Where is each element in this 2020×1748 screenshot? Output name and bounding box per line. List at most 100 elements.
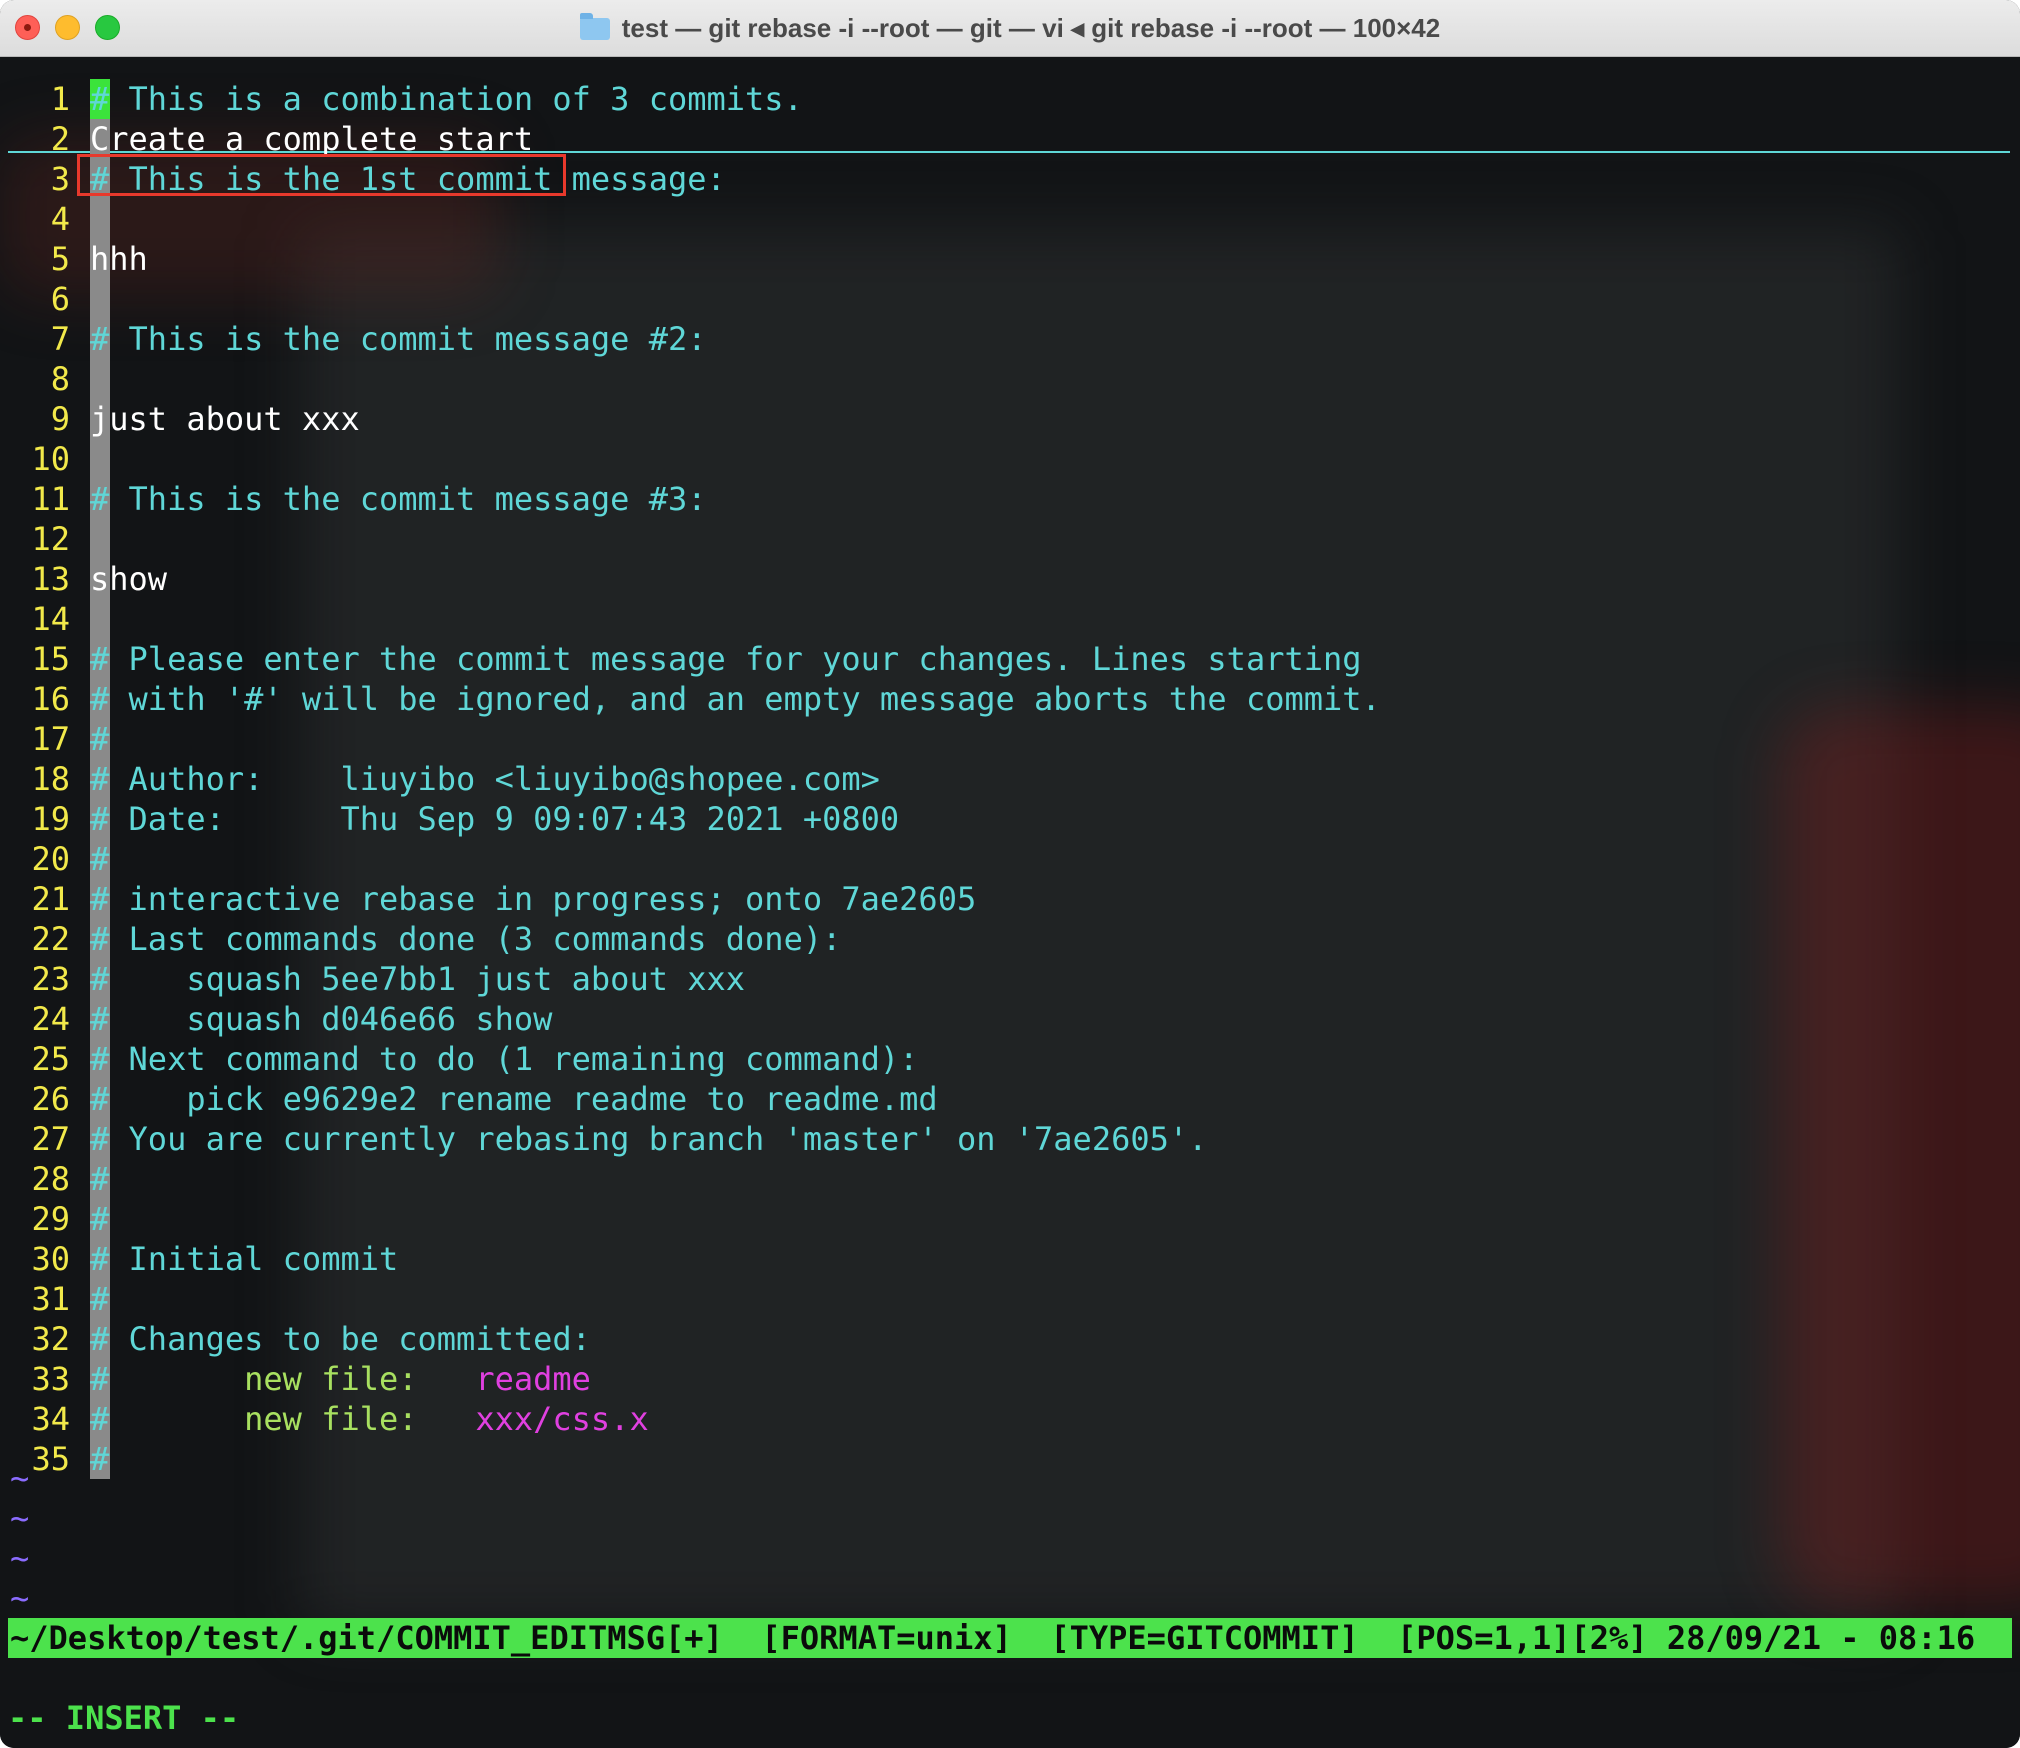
line-content[interactable]: just about xxx	[90, 399, 360, 439]
editor-line[interactable]: 18 # Author: liuyibo <liuyibo@shopee.com>	[0, 759, 2020, 799]
editor-line[interactable]: 10	[0, 439, 2020, 479]
editor-line[interactable]: 8	[0, 359, 2020, 399]
line-content[interactable]: hhh	[90, 239, 148, 279]
editor-line[interactable]: 14	[0, 599, 2020, 639]
line-text: # Author: liuyibo <liuyibo@shopee.com>	[90, 760, 880, 798]
editor-line[interactable]: 5 hhh	[0, 239, 2020, 279]
editor-line[interactable]: 19 # Date: Thu Sep 9 09:07:43 2021 +0800	[0, 799, 2020, 839]
editor-line[interactable]: 6	[0, 279, 2020, 319]
line-content[interactable]: # You are currently rebasing branch 'mas…	[90, 1119, 1207, 1159]
editor-line[interactable]: 4	[0, 199, 2020, 239]
line-text: show	[90, 560, 168, 598]
line-content[interactable]: Create a complete start	[90, 119, 533, 159]
editor-line[interactable]: 32 # Changes to be committed:	[0, 1319, 2020, 1359]
line-content[interactable]: # Last commands done (3 commands done):	[90, 919, 841, 959]
line-content[interactable]: # This is a combination of 3 commits.	[90, 79, 803, 119]
sign-column-marker	[90, 279, 110, 319]
editor-line[interactable]: 17 #	[0, 719, 2020, 759]
sign-column-marker	[90, 439, 110, 479]
editor-line[interactable]: 29 #	[0, 1199, 2020, 1239]
line-content[interactable]: # Next command to do (1 remaining comman…	[90, 1039, 918, 1079]
line-content[interactable]: # This is the 1st commit message:	[90, 159, 726, 199]
line-content[interactable]: #	[90, 839, 109, 879]
editor-line[interactable]: 34 # new file: xxx/css.x	[0, 1399, 2020, 1439]
editor-line[interactable]: 15 # Please enter the commit message for …	[0, 639, 2020, 679]
editor-line[interactable]: 1 # This is a combination of 3 commits.	[0, 79, 2020, 119]
line-number: 14	[31, 600, 70, 638]
line-content[interactable]: # This is the commit message #2:	[90, 319, 707, 359]
status-line-text: ~/Desktop/test/.git/COMMIT_EDITMSG[+] [F…	[10, 1619, 1976, 1657]
line-text: # This is the commit message #3:	[90, 480, 707, 518]
title-bar[interactable]: test — git rebase -i --root — git — vi ◂…	[0, 0, 2020, 57]
empty-line-markers: ~ ~ ~ ~	[10, 1458, 29, 1618]
editor-line[interactable]: 22 # Last commands done (3 commands done)…	[0, 919, 2020, 959]
line-number: 1	[50, 80, 70, 118]
line-content[interactable]: # squash 5ee7bb1 just about xxx	[90, 959, 745, 999]
editor-line[interactable]: 28 #	[0, 1159, 2020, 1199]
line-text: Create a complete start	[90, 120, 534, 158]
line-text: # Initial commit	[90, 1240, 399, 1278]
line-content[interactable]: # squash d046e66 show	[90, 999, 552, 1039]
line-content[interactable]: # pick e9629e2 rename readme to readme.m…	[90, 1079, 938, 1119]
line-content[interactable]: # Date: Thu Sep 9 09:07:43 2021 +0800	[90, 799, 899, 839]
line-content[interactable]: #	[90, 1199, 109, 1239]
line-number: 4	[50, 200, 70, 238]
terminal-viewport[interactable]: 1 # This is a combination of 3 commits. 2 C…	[0, 57, 2020, 1748]
window-title: test — git rebase -i --root — git — vi ◂…	[621, 12, 1441, 43]
editor-line[interactable]: 25 # Next command to do (1 remaining comm…	[0, 1039, 2020, 1079]
line-text: # Changes to be committed:	[90, 1320, 591, 1358]
editor-line[interactable]: 27 # You are currently rebasing branch 'm…	[0, 1119, 2020, 1159]
line-content[interactable]: #	[90, 719, 109, 759]
line-content[interactable]: # with '#' will be ignored, and an empty…	[90, 679, 1381, 719]
line-content[interactable]: # Author: liuyibo <liuyibo@shopee.com>	[90, 759, 880, 799]
line-number: 29	[31, 1200, 70, 1238]
line-number: 16	[31, 680, 70, 718]
line-content[interactable]: # new file: xxx/css.x	[90, 1399, 649, 1439]
line-content[interactable]: # interactive rebase in progress; onto 7…	[90, 879, 976, 919]
line-content[interactable]: # Please enter the commit message for yo…	[90, 639, 1362, 679]
editor-line[interactable]: 11 # This is the commit message #3:	[0, 479, 2020, 519]
line-content[interactable]: # This is the commit message #3:	[90, 479, 707, 519]
line-content[interactable]: #	[90, 1159, 109, 1199]
editor-line[interactable]: 26 # pick e9629e2 rename readme to readme…	[0, 1079, 2020, 1119]
editor-line[interactable]: 12	[0, 519, 2020, 559]
editor-line[interactable]: 9 just about xxx	[0, 399, 2020, 439]
sign-column-marker	[90, 199, 110, 239]
line-text: #	[90, 1280, 110, 1318]
line-number: 19	[31, 800, 70, 838]
line-content[interactable]: # Changes to be committed:	[90, 1319, 591, 1359]
editor-line[interactable]: 20 #	[0, 839, 2020, 879]
line-content[interactable]: show	[90, 559, 167, 599]
line-content[interactable]: # new file: readme	[90, 1359, 591, 1399]
line-content[interactable]: # Initial commit	[90, 1239, 398, 1279]
line-text: #	[90, 1400, 110, 1438]
editor-line[interactable]: 24 # squash d046e66 show	[0, 999, 2020, 1039]
editor-buffer[interactable]: 1 # This is a combination of 3 commits. 2 C…	[0, 79, 2020, 1479]
line-number: 24	[31, 1000, 70, 1038]
line-text: # This is the commit message #2:	[90, 320, 707, 358]
line-number: 20	[31, 840, 70, 878]
line-text: #	[90, 1440, 110, 1478]
line-number: 33	[31, 1360, 70, 1398]
editor-line[interactable]: 2 Create a complete start	[0, 119, 2020, 159]
line-number: 17	[31, 720, 70, 758]
line-number: 25	[31, 1040, 70, 1078]
editor-line[interactable]: 33 # new file: readme	[0, 1359, 2020, 1399]
line-text: # squash 5ee7bb1 just about xxx	[90, 960, 746, 998]
editor-line[interactable]: 23 # squash 5ee7bb1 just about xxx	[0, 959, 2020, 999]
editor-line[interactable]: 7 # This is the commit message #2:	[0, 319, 2020, 359]
editor-line[interactable]: 31 #	[0, 1279, 2020, 1319]
editor-line[interactable]: 35 #	[0, 1439, 2020, 1479]
editor-line[interactable]: 13 show	[0, 559, 2020, 599]
line-number: 31	[31, 1280, 70, 1318]
editor-line[interactable]: 21 # interactive rebase in progress; onto…	[0, 879, 2020, 919]
line-number: 12	[31, 520, 70, 558]
editor-line[interactable]: 30 # Initial commit	[0, 1239, 2020, 1279]
line-content[interactable]: #	[90, 1439, 109, 1479]
editor-line[interactable]: 3 # This is the 1st commit message:	[0, 159, 2020, 199]
sign-column-marker	[90, 599, 110, 639]
file-name: xxx/css.x	[475, 1400, 649, 1438]
line-text: #	[90, 720, 110, 758]
editor-line[interactable]: 16 # with '#' will be ignored, and an emp…	[0, 679, 2020, 719]
line-content[interactable]: #	[90, 1279, 109, 1319]
